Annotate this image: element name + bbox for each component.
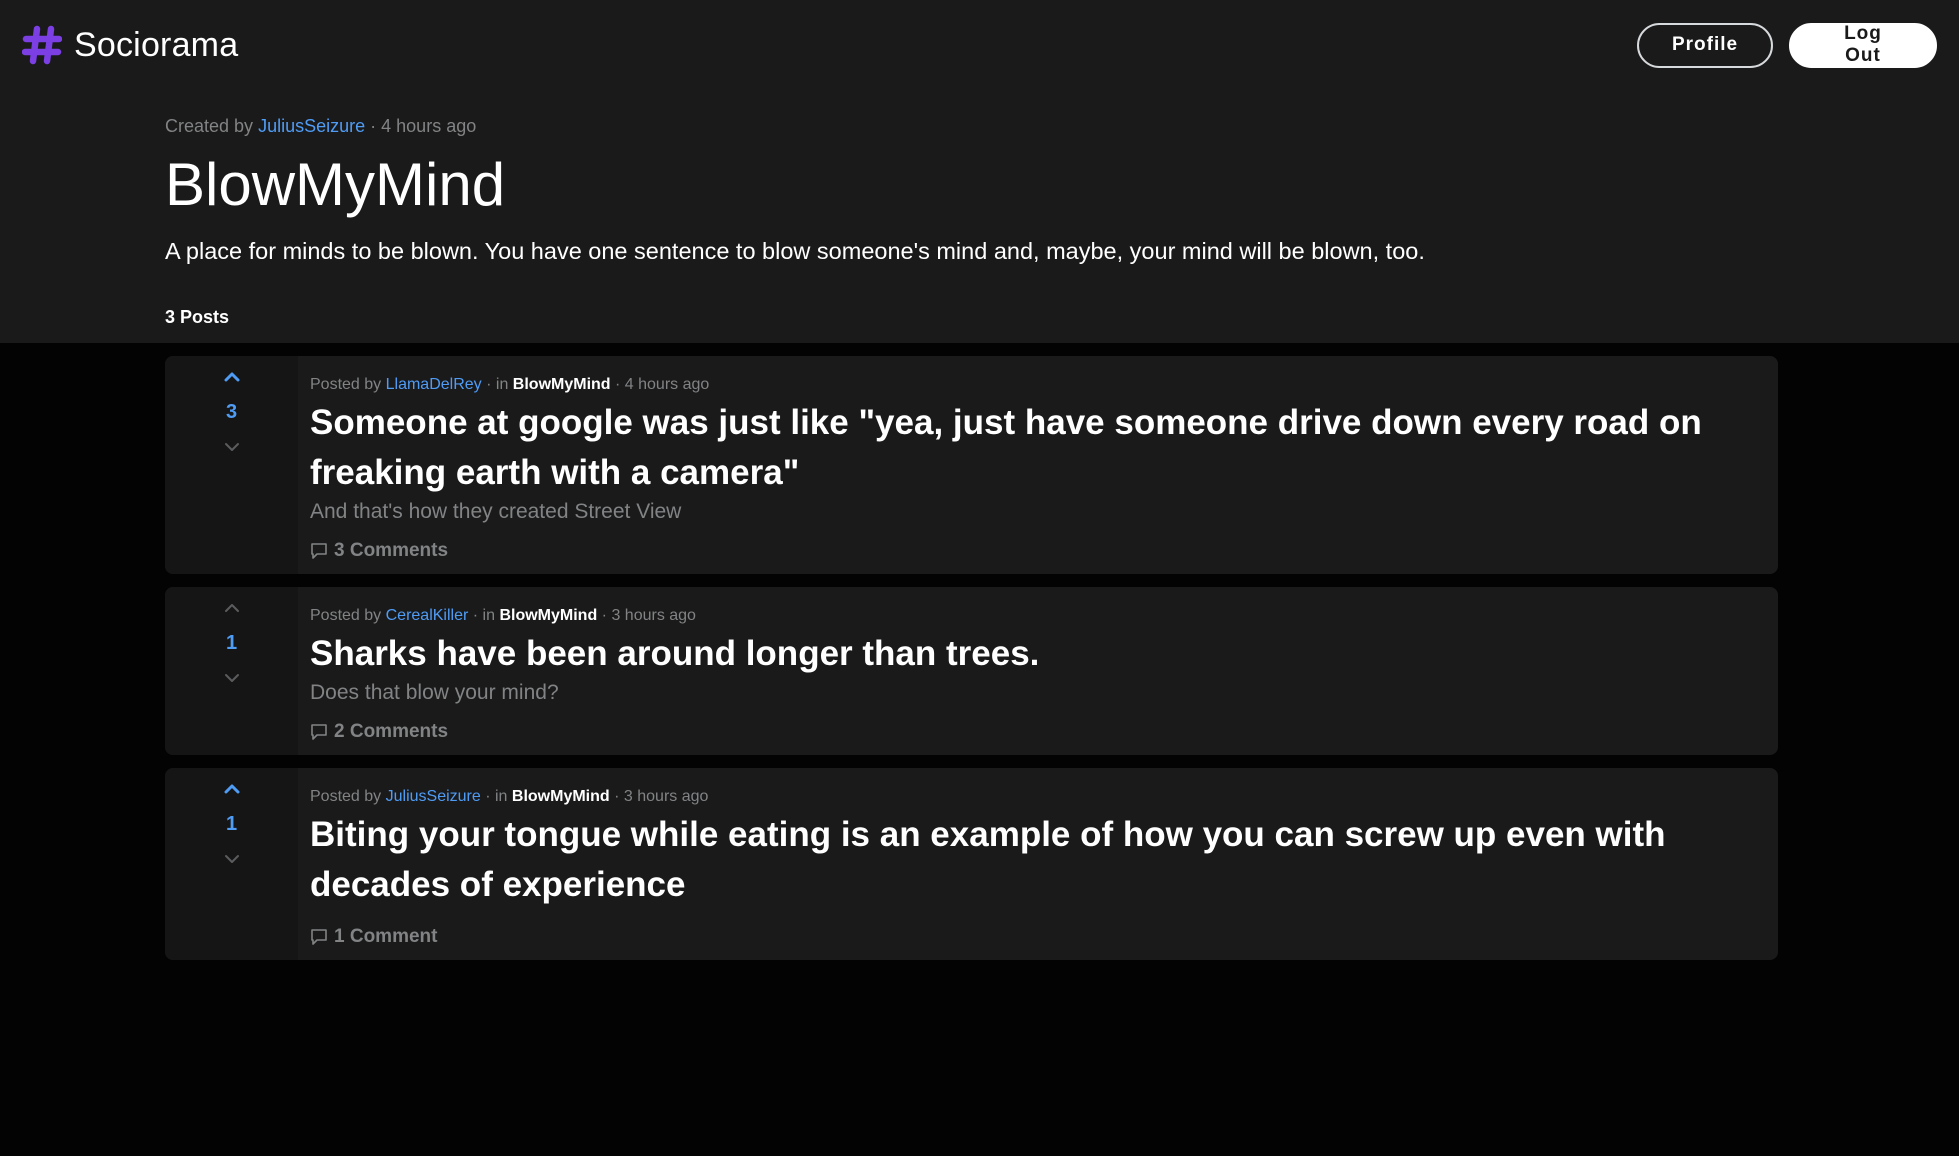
post-time: · 3 hours ago	[601, 607, 696, 624]
post-text: And that's how they created Street View	[310, 500, 682, 523]
created-prefix: Created by	[165, 116, 254, 136]
post-author-link[interactable]: LlamaDelRey	[386, 376, 482, 393]
vote-score: 3	[225, 401, 238, 423]
vote-column: 3	[165, 356, 298, 574]
post-community-link[interactable]: BlowMyMind	[513, 376, 611, 393]
post-card: 3 Posted by LlamaDelRey · in BlowMyMind …	[165, 356, 1778, 574]
brand-home-link[interactable]: Sociorama	[22, 25, 238, 65]
upvote-chevron-up-icon[interactable]	[223, 370, 241, 384]
downvote-chevron-down-icon[interactable]	[223, 852, 241, 866]
community-title: BlowMyMind	[165, 151, 506, 218]
community-header: Created by JuliusSeizure · 4 hours ago B…	[0, 90, 1959, 343]
post-text: Does that blow your mind?	[310, 681, 559, 704]
downvote-chevron-down-icon[interactable]	[223, 440, 241, 454]
comments-link[interactable]: 2 Comments	[310, 721, 1758, 743]
post-count: 3 Posts	[165, 307, 230, 327]
post-meta: Posted by CerealKiller · in BlowMyMind ·…	[310, 607, 1758, 625]
in-label: · in	[472, 607, 495, 624]
post-body: Posted by JuliusSeizure · in BlowMyMind …	[298, 768, 1778, 960]
community-creator-link[interactable]: JuliusSeizure	[258, 116, 365, 136]
post-author-link[interactable]: CerealKiller	[386, 607, 469, 624]
vote-column: 1	[165, 768, 298, 960]
comment-bubble-icon	[310, 928, 328, 946]
in-label: · in	[485, 788, 508, 805]
top-navbar: Sociorama Profile Log Out	[0, 0, 1959, 90]
nav-actions: Profile Log Out	[1637, 22, 1937, 68]
post-card: 1 Posted by JuliusSeizure · in BlowMyMin…	[165, 768, 1778, 960]
brand-name: Sociorama	[74, 25, 239, 64]
vote-score: 1	[225, 813, 238, 835]
comments-count: 3 Comments	[334, 540, 449, 561]
post-community-link[interactable]: BlowMyMind	[499, 607, 597, 624]
vote-column: 1	[165, 587, 298, 755]
profile-button[interactable]: Profile	[1637, 22, 1773, 68]
logout-button[interactable]: Log Out	[1789, 22, 1937, 68]
post-time: · 4 hours ago	[615, 376, 710, 393]
post-list: 3 Posted by LlamaDelRey · in BlowMyMind …	[0, 343, 1959, 960]
post-card: 1 Posted by CerealKiller · in BlowMyMind…	[165, 587, 1778, 755]
comments-link[interactable]: 1 Comment	[310, 926, 1758, 948]
post-meta: Posted by LlamaDelRey · in BlowMyMind · …	[310, 376, 1758, 394]
upvote-chevron-up-icon[interactable]	[223, 601, 241, 615]
post-meta: Posted by JuliusSeizure · in BlowMyMind …	[310, 788, 1758, 806]
post-title[interactable]: Biting your tongue while eating is an ex…	[310, 810, 1758, 910]
post-author-link[interactable]: JuliusSeizure	[386, 788, 481, 805]
hashtag-logo-icon	[22, 25, 62, 65]
post-time: · 3 hours ago	[614, 788, 709, 805]
comment-bubble-icon	[310, 723, 328, 741]
posted-by-label: Posted by	[310, 607, 382, 624]
vote-score: 1	[225, 632, 238, 654]
community-description: A place for minds to be blown. You have …	[165, 238, 1425, 264]
created-time: · 4 hours ago	[370, 116, 477, 136]
in-label: · in	[486, 376, 509, 393]
downvote-chevron-down-icon[interactable]	[223, 671, 241, 685]
post-title[interactable]: Someone at google was just like "yea, ju…	[310, 398, 1758, 498]
comments-link[interactable]: 3 Comments	[310, 540, 1758, 562]
posted-by-label: Posted by	[310, 788, 382, 805]
comment-bubble-icon	[310, 542, 328, 560]
comments-count: 2 Comments	[334, 721, 449, 742]
posted-by-label: Posted by	[310, 376, 382, 393]
comments-count: 1 Comment	[334, 926, 438, 947]
community-created-line: Created by JuliusSeizure · 4 hours ago	[165, 116, 1959, 137]
upvote-chevron-up-icon[interactable]	[223, 782, 241, 796]
post-title[interactable]: Sharks have been around longer than tree…	[310, 629, 1758, 679]
post-community-link[interactable]: BlowMyMind	[512, 788, 610, 805]
post-body: Posted by CerealKiller · in BlowMyMind ·…	[298, 587, 1778, 755]
post-body: Posted by LlamaDelRey · in BlowMyMind · …	[298, 356, 1778, 574]
